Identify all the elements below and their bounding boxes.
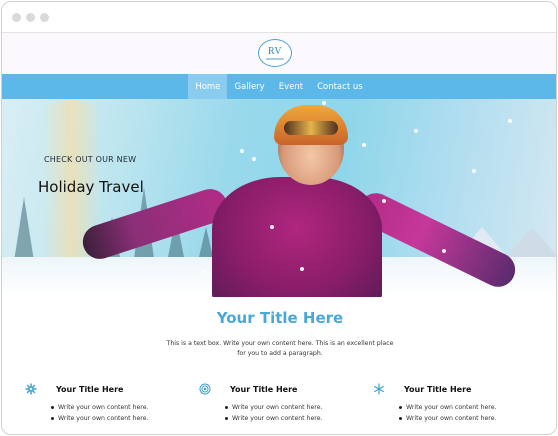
gear-icon: [24, 382, 38, 396]
snowflake-particle: [362, 143, 366, 147]
snowflake-particle: [240, 149, 244, 153]
window-dot-minimize[interactable]: [26, 13, 35, 22]
site-header: RV: [2, 33, 556, 74]
list-item: Write your own content here.: [51, 402, 174, 413]
feature-column: Your Title Here Write your own content h…: [372, 383, 522, 424]
nav-item-event[interactable]: Event: [272, 74, 310, 99]
hero-person-jacket: [212, 177, 382, 297]
list-item: Write your own content here.: [399, 413, 522, 424]
section-title: Your Title Here: [216, 309, 344, 327]
hero-person-goggles: [284, 121, 338, 135]
snowflake-particle: [414, 129, 418, 133]
hero-title: Holiday Travel: [38, 178, 144, 196]
section-paragraph: This is a text box. Write your own conte…: [166, 340, 394, 357]
browser-chrome: [2, 2, 556, 33]
snowflake-particle: [322, 101, 326, 105]
nav-item-gallery[interactable]: Gallery: [227, 74, 271, 99]
list-item: Write your own content here.: [225, 413, 348, 424]
target-icon: [198, 382, 212, 396]
snowflake-particle: [202, 269, 206, 273]
feature-column: Your Title Here Write your own content h…: [24, 383, 174, 424]
snowflake-particle: [472, 169, 476, 173]
snowflake-particle: [382, 199, 386, 203]
list-item: Write your own content here.: [225, 402, 348, 413]
feature-column: Your Title Here Write your own content h…: [198, 383, 348, 424]
feature-title: Your Title Here: [230, 384, 298, 394]
main-nav: Home Gallery Event Contact us: [2, 74, 556, 99]
feature-title: Your Title Here: [404, 384, 472, 394]
feature-header: Your Title Here: [24, 383, 174, 395]
snowflake-particle: [252, 157, 256, 161]
feature-list: Write your own content here. Write your …: [372, 402, 522, 424]
logo-text: RV: [267, 45, 283, 57]
nav-item-home[interactable]: Home: [188, 74, 228, 99]
browser-window: RV Home Gallery Event Contact us CHECK O…: [1, 1, 557, 435]
feature-header: Your Title Here: [198, 383, 348, 395]
logo-underline: [266, 57, 284, 60]
list-item: Write your own content here.: [399, 402, 522, 413]
content-section: Your Title Here This is a text box. Writ…: [2, 297, 556, 434]
nav-item-contact[interactable]: Contact us: [310, 74, 370, 99]
feature-list: Write your own content here. Write your …: [198, 402, 348, 424]
snowflake-particle: [508, 119, 512, 123]
snowflake-icon: [372, 382, 386, 396]
feature-header: Your Title Here: [372, 383, 522, 395]
feature-title: Your Title Here: [56, 384, 124, 394]
window-dot-close[interactable]: [12, 13, 21, 22]
list-item: Write your own content here.: [51, 413, 174, 424]
hero-banner: CHECK OUT OUR NEW Holiday Travel: [2, 99, 556, 297]
snowflake-particle: [300, 267, 304, 271]
hero-kicker: CHECK OUT OUR NEW: [44, 155, 137, 164]
snowflake-particle: [442, 249, 446, 253]
window-dot-maximize[interactable]: [40, 13, 49, 22]
snowflake-particle: [270, 225, 274, 229]
site-logo[interactable]: RV: [258, 39, 292, 67]
feature-list: Write your own content here. Write your …: [24, 402, 174, 424]
